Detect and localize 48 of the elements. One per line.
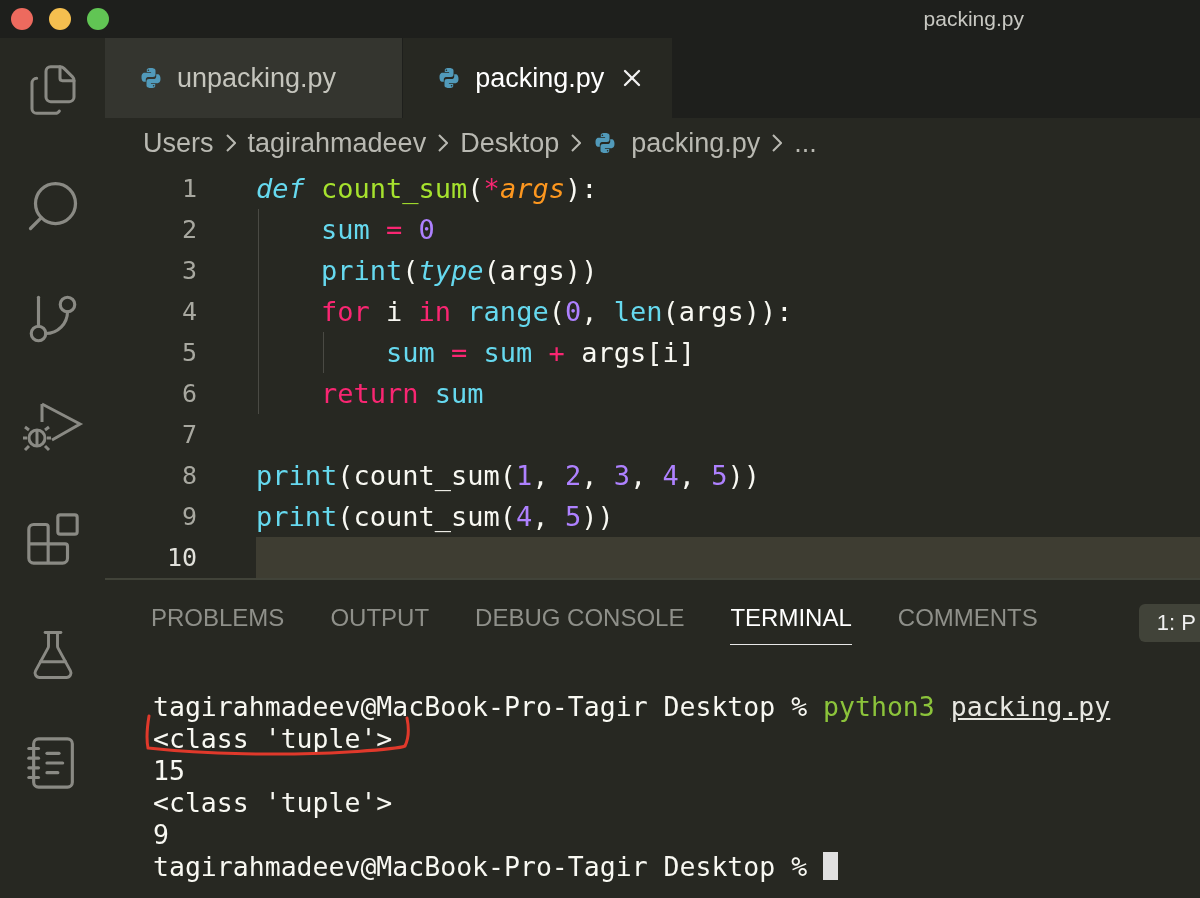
editor-tab[interactable]: packing.py bbox=[403, 38, 674, 118]
window-title: packing.py bbox=[923, 7, 1024, 31]
terminal-line: 15 bbox=[153, 754, 185, 786]
close-window-button[interactable] bbox=[11, 8, 33, 30]
chevron-icon bbox=[772, 134, 783, 152]
tab-label: unpacking.py bbox=[177, 62, 337, 94]
panel-tab[interactable]: DEBUG CONSOLE bbox=[475, 604, 685, 645]
tab-label: packing.py bbox=[475, 62, 605, 94]
panel-tab[interactable]: PROBLEMS bbox=[151, 604, 285, 645]
terminal-selector[interactable]: 1: P bbox=[1138, 604, 1200, 642]
line-number: 6 bbox=[180, 379, 197, 408]
panel-tab[interactable]: TERMINAL bbox=[730, 604, 852, 645]
breadcrumb-item[interactable]: Desktop bbox=[460, 127, 560, 159]
line-number: 1 bbox=[180, 174, 197, 203]
terminal-line: tagirahmadeev@MacBook-Pro-Tagir Desktop % python3 packing.py bbox=[153, 690, 1111, 722]
code-line: print(type(args)) bbox=[321, 255, 598, 286]
line-number: 8 bbox=[180, 461, 197, 490]
breadcrumb-item[interactable]: packing.py bbox=[631, 127, 761, 159]
line-number: 5 bbox=[180, 338, 197, 367]
breadcrumb-item[interactable]: ... bbox=[794, 127, 817, 159]
line-number: 2 bbox=[180, 215, 197, 244]
breadcrumb-item[interactable]: Users bbox=[143, 127, 214, 159]
panel-tab[interactable]: OUTPUT bbox=[330, 604, 430, 645]
line-number: 9 bbox=[180, 502, 197, 531]
python-icon bbox=[139, 66, 163, 90]
line-number: 10 bbox=[165, 543, 197, 572]
terminal-line: tagirahmadeev@MacBook-Pro-Tagir Desktop % bbox=[153, 850, 809, 882]
code-line: print(count_sum(4, 5)) bbox=[256, 501, 614, 532]
line-number: 3 bbox=[180, 256, 197, 285]
code-line: def count_sum(*args): bbox=[256, 173, 598, 204]
minimize-window-button[interactable] bbox=[49, 8, 71, 30]
maximize-window-button[interactable] bbox=[87, 8, 109, 30]
chevron-icon bbox=[438, 134, 449, 152]
line-number: 7 bbox=[180, 420, 197, 449]
chevron-icon bbox=[571, 134, 582, 152]
breadcrumb-item[interactable]: tagirahmadeev bbox=[247, 127, 427, 159]
code-line: print(count_sum(1, 2, 3, 4, 5)) bbox=[256, 460, 760, 491]
line-number: 4 bbox=[180, 297, 197, 326]
code-line: sum = sum + args[i] bbox=[386, 337, 695, 368]
chevron-icon bbox=[225, 134, 236, 152]
terminal-line: 9 bbox=[153, 818, 169, 850]
code-line: sum = 0 bbox=[321, 214, 435, 245]
code-line: return sum bbox=[321, 378, 484, 409]
terminal-line: <class 'tuple'> bbox=[153, 722, 393, 754]
editor-tab[interactable]: unpacking.py bbox=[105, 38, 404, 118]
code-line: for i in range(0, len(args)): bbox=[321, 296, 793, 327]
panel-tab[interactable]: COMMENTS bbox=[897, 604, 1038, 645]
terminal-line: <class 'tuple'> bbox=[153, 786, 393, 818]
